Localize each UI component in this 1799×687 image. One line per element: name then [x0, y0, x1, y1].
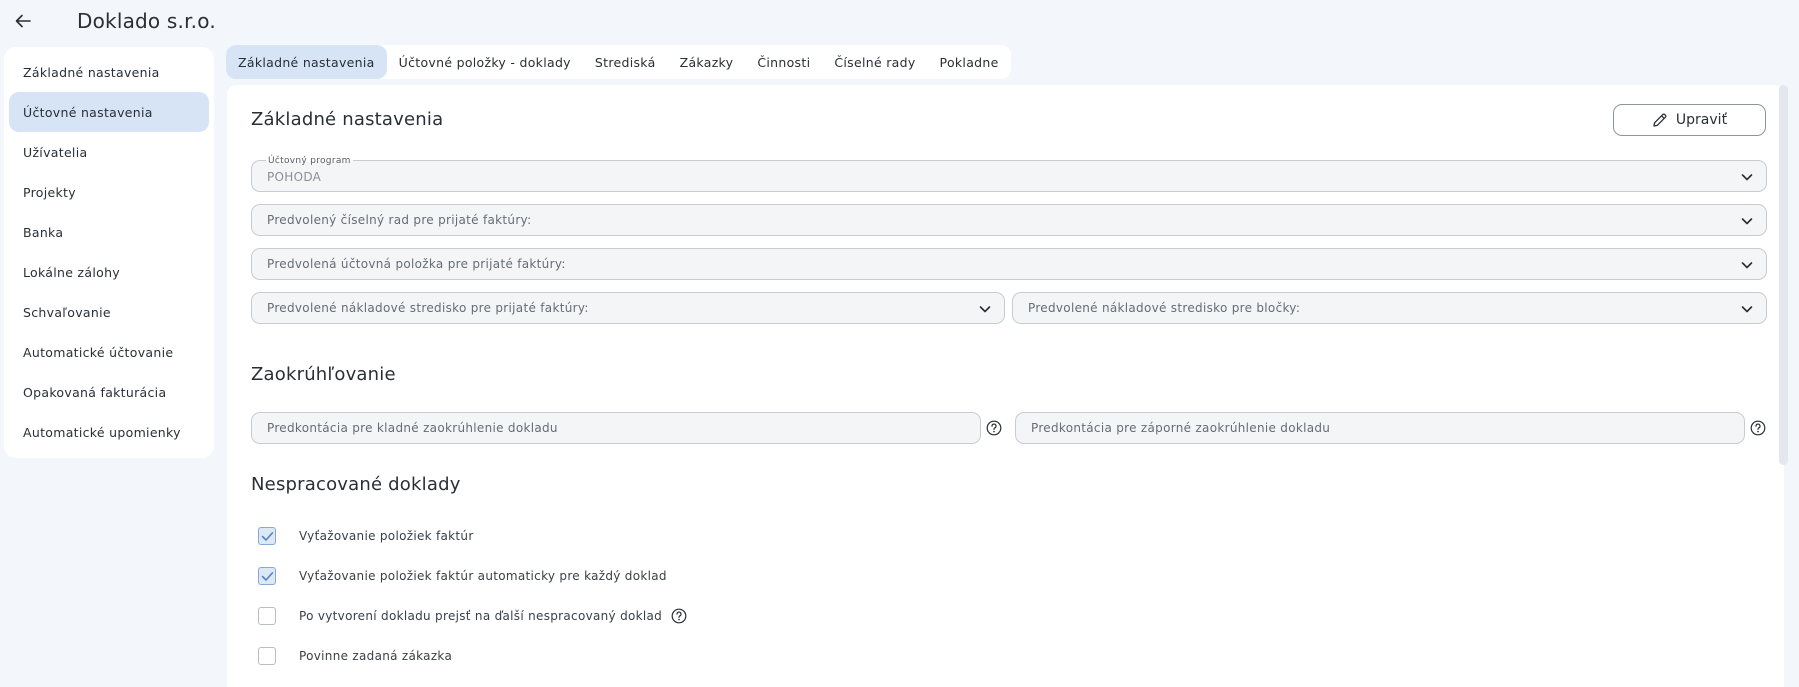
sidebar-item-label: Lokálne zálohy — [23, 264, 120, 280]
help-icon[interactable] — [986, 420, 1002, 436]
tab-activities[interactable]: Činnosti — [745, 45, 822, 79]
sidebar-item-approval[interactable]: Schvaľovanie — [9, 292, 209, 332]
back-button[interactable] — [10, 10, 36, 32]
sidebar-item-label: Automatické upomienky — [23, 424, 181, 440]
default-cost-center-invoices-select[interactable]: Predvolené nákladové stredisko pre prija… — [251, 292, 1005, 324]
checkbox[interactable] — [258, 567, 276, 585]
tab-orders[interactable]: Zákazky — [668, 45, 746, 79]
chevron-down-icon — [1741, 174, 1753, 181]
checkmark-icon — [261, 571, 273, 581]
tab-cash-registers[interactable]: Pokladne — [928, 45, 1011, 79]
checkbox[interactable] — [258, 607, 276, 625]
default-accounting-item-placeholder: Predvolená účtovná položka pre prijaté f… — [267, 257, 566, 271]
arrow-left-icon — [15, 14, 31, 28]
sidebar-item-bank[interactable]: Banka — [9, 212, 209, 252]
default-cost-center-invoices-placeholder: Predvolené nákladové stredisko pre prija… — [267, 301, 589, 315]
positive-rounding-input[interactable]: Predkontácia pre kladné zaokrúhlenie dok… — [251, 412, 981, 444]
default-cost-center-receipts-placeholder: Predvolené nákladové stredisko pre bločk… — [1028, 301, 1301, 315]
tab-accounting-items[interactable]: Účtovné položky - doklady — [387, 45, 583, 79]
sidebar-item-label: Schvaľovanie — [23, 304, 111, 320]
option-label: Po vytvorení dokladu prejsť na ďalší nes… — [299, 609, 663, 623]
settings-sidebar: Základné nastavenia Účtovné nastavenia U… — [4, 47, 214, 458]
sidebar-item-automatic-reminders[interactable]: Automatické upomienky — [9, 412, 209, 452]
negative-rounding-placeholder: Predkontácia pre záporné zaokrúhlenie do… — [1031, 421, 1331, 435]
sidebar-item-label: Banka — [23, 224, 64, 240]
option-label: Vyťažovanie položiek faktúr automaticky … — [299, 569, 667, 583]
checkmark-icon — [261, 531, 273, 541]
sidebar-item-label: Základné nastavenia — [23, 64, 160, 80]
sidebar-item-label: Opakovaná fakturácia — [23, 384, 167, 400]
sidebar-item-recurring-invoicing[interactable]: Opakovaná fakturácia — [9, 372, 209, 412]
sidebar-item-local-backups[interactable]: Lokálne zálohy — [9, 252, 209, 292]
negative-rounding-input[interactable]: Predkontácia pre záporné zaokrúhlenie do… — [1015, 412, 1745, 444]
sidebar-item-label: Užívatelia — [23, 144, 88, 160]
default-number-series-select[interactable]: Predvolený číselný rad pre prijaté faktú… — [251, 204, 1767, 236]
sidebar-item-users[interactable]: Užívatelia — [9, 132, 209, 172]
tab-basic-settings[interactable]: Základné nastavenia — [226, 45, 387, 79]
section-title-unprocessed: Nespracované doklady — [251, 474, 461, 495]
option-required-order: Povinne zadaná zákazka — [258, 646, 452, 666]
section-title-rounding: Zaokrúhľovanie — [251, 364, 396, 385]
sidebar-item-basic-settings[interactable]: Základné nastavenia — [9, 52, 209, 92]
top-bar: Doklado s.r.o. — [0, 0, 1799, 44]
help-icon[interactable] — [671, 608, 687, 624]
sidebar-item-automatic-accounting[interactable]: Automatické účtovanie — [9, 332, 209, 372]
chevron-down-icon — [1741, 218, 1753, 225]
checkbox[interactable] — [258, 527, 276, 545]
positive-rounding-placeholder: Predkontácia pre kladné zaokrúhlenie dok… — [267, 421, 558, 435]
sidebar-item-label: Projekty — [23, 184, 76, 200]
default-number-series-placeholder: Predvolený číselný rad pre prijaté faktú… — [267, 213, 532, 227]
sidebar-item-label: Účtovné nastavenia — [23, 104, 153, 120]
chevron-down-icon — [979, 306, 991, 313]
checkbox[interactable] — [258, 647, 276, 665]
default-cost-center-receipts-select[interactable]: Predvolené nákladové stredisko pre bločk… — [1012, 292, 1767, 324]
option-extract-invoice-items: Vyťažovanie položiek faktúr — [258, 526, 474, 546]
chevron-down-icon — [1741, 306, 1753, 313]
tab-cost-centers[interactable]: Strediská — [583, 45, 668, 79]
sidebar-item-projects[interactable]: Projekty — [9, 172, 209, 212]
accounting-program-value: POHODA — [267, 170, 322, 184]
section-title-basic: Základné nastavenia — [251, 109, 444, 130]
accounting-program-select[interactable]: Účtovný program POHODA — [251, 156, 1767, 192]
pencil-icon — [1653, 113, 1667, 127]
sidebar-item-label: Automatické účtovanie — [23, 344, 174, 360]
option-go-to-next-document: Po vytvorení dokladu prejsť na ďalší nes… — [258, 606, 687, 626]
sidebar-item-accounting-settings[interactable]: Účtovné nastavenia — [9, 92, 209, 132]
option-label: Vyťažovanie položiek faktúr — [299, 529, 474, 543]
company-name: Doklado s.r.o. — [77, 9, 216, 33]
tab-number-series[interactable]: Číselné rady — [822, 45, 927, 79]
settings-tabs: Základné nastavenia Účtovné položky - do… — [226, 45, 1011, 79]
chevron-down-icon — [1741, 262, 1753, 269]
edit-button[interactable]: Upraviť — [1613, 104, 1766, 136]
option-extract-invoice-items-auto: Vyťažovanie položiek faktúr automaticky … — [258, 566, 667, 586]
scrollbar[interactable] — [1779, 85, 1788, 465]
edit-button-label: Upraviť — [1675, 112, 1728, 128]
option-label: Povinne zadaná zákazka — [299, 649, 453, 663]
accounting-program-label: Účtovný program — [266, 156, 353, 166]
default-accounting-item-select[interactable]: Predvolená účtovná položka pre prijaté f… — [251, 248, 1767, 280]
help-icon[interactable] — [1750, 420, 1766, 436]
